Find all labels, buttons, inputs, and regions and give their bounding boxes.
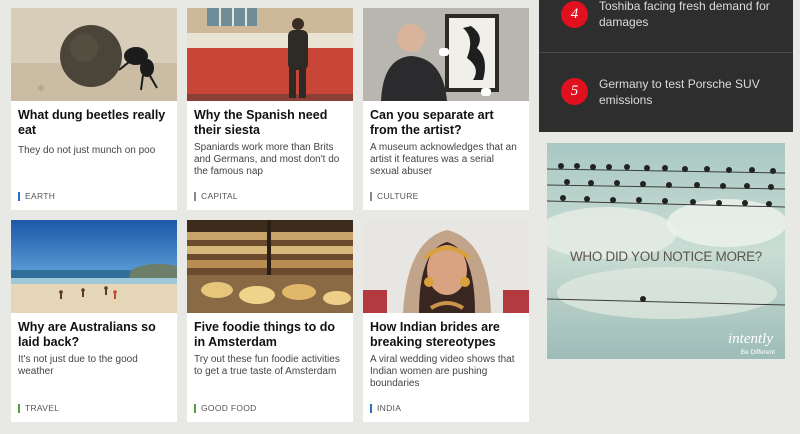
most-read-headline[interactable]: Germany to test Porsche SUV emissions — [599, 76, 784, 108]
article-image[interactable] — [187, 220, 353, 313]
article-summary: It's not just due to the good weather — [18, 354, 138, 377]
article-card[interactable]: Why are Australians so laid back? It's n… — [11, 220, 177, 422]
article-title[interactable]: How Indian brides are breaking stereotyp… — [370, 320, 524, 350]
ad-tagline: Be Different — [740, 349, 775, 356]
article-summary: They do not just munch on poo — [18, 145, 156, 156]
article-card[interactable]: What dung beetles really eat They do not… — [11, 8, 177, 210]
ad-brand-logo: intently — [728, 331, 773, 347]
article-tag[interactable]: INDIA — [370, 404, 401, 413]
article-title[interactable]: Why the Spanish need their siesta — [194, 108, 348, 138]
rank-badge: 4 — [561, 1, 588, 28]
most-read-item[interactable]: 5 Germany to test Porsche SUV emissions — [539, 52, 793, 111]
article-image[interactable] — [11, 220, 177, 313]
rank-badge: 5 — [561, 78, 588, 105]
article-image[interactable] — [363, 220, 529, 313]
article-title[interactable]: Why are Australians so laid back? — [18, 320, 172, 350]
article-card[interactable]: Five foodie things to do in Amsterdam Tr… — [187, 220, 353, 422]
article-card[interactable]: Why the Spanish need their siesta Spania… — [187, 8, 353, 210]
article-card[interactable]: Can you separate art from the artist? A … — [363, 8, 529, 210]
article-tag[interactable]: CULTURE — [370, 192, 419, 201]
article-title[interactable]: What dung beetles really eat — [18, 108, 172, 138]
article-tag[interactable]: GOOD FOOD — [194, 404, 257, 413]
article-summary: Spaniards work more than Brits and Germa… — [194, 142, 340, 177]
article-summary: A museum acknowledges that an artist it … — [370, 142, 517, 177]
article-card[interactable]: How Indian brides are breaking stereotyp… — [363, 220, 529, 422]
article-image[interactable] — [11, 8, 177, 101]
advertisement[interactable]: WHO DID YOU NOTICE MORE? intently Be Dif… — [547, 143, 785, 359]
article-summary: Try out these fun foodie activities to g… — [194, 354, 340, 377]
article-tag[interactable]: EARTH — [18, 192, 55, 201]
ad-headline: WHO DID YOU NOTICE MORE? — [569, 249, 763, 264]
article-image[interactable] — [187, 8, 353, 101]
most-read-item[interactable]: 4 Toshiba facing fresh demand for damage… — [539, 0, 793, 52]
most-read-headline[interactable]: Toshiba facing fresh demand for damages — [599, 0, 784, 30]
article-image[interactable] — [363, 8, 529, 101]
article-tag[interactable]: CAPITAL — [194, 192, 238, 201]
article-tag[interactable]: TRAVEL — [18, 404, 59, 413]
article-title[interactable]: Can you separate art from the artist? — [370, 108, 524, 138]
article-title[interactable]: Five foodie things to do in Amsterdam — [194, 320, 348, 350]
article-summary: A viral wedding video shows that Indian … — [370, 354, 515, 389]
most-read-panel: 4 Toshiba facing fresh demand for damage… — [539, 0, 793, 132]
